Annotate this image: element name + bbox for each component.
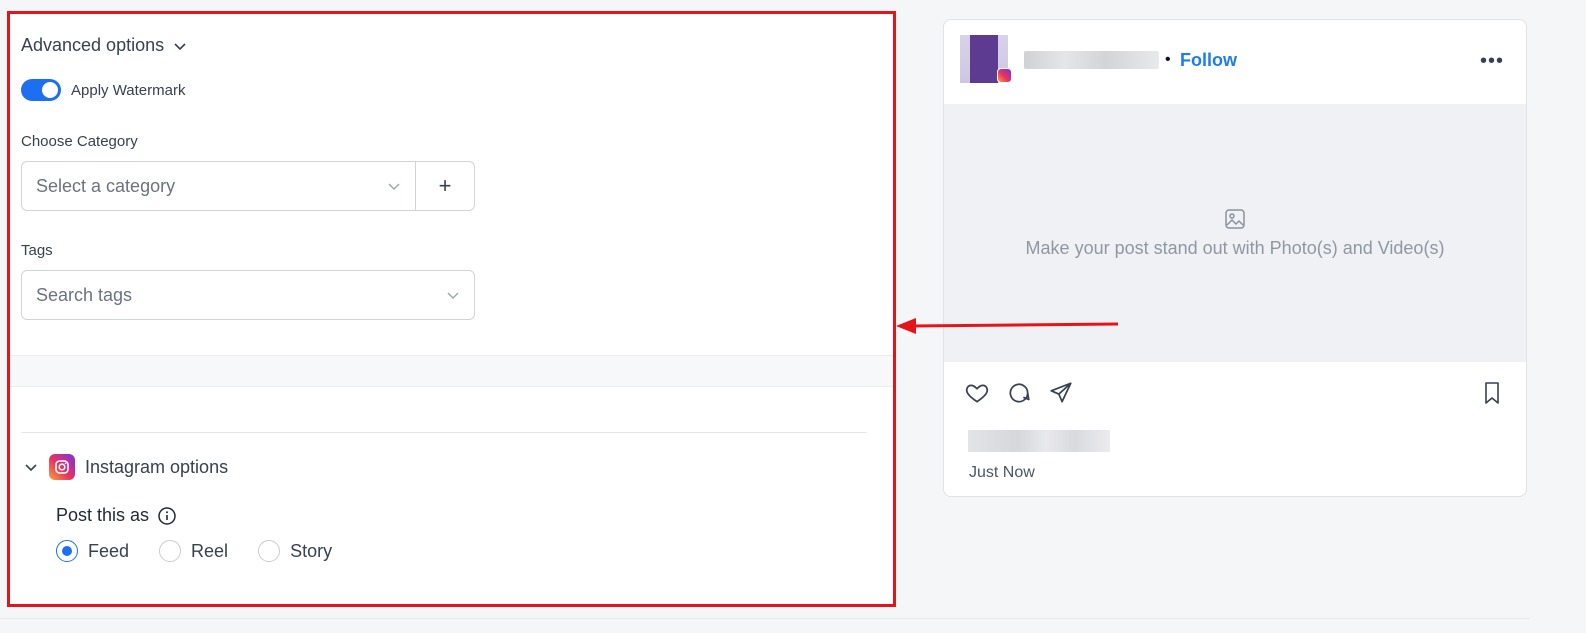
more-options-icon[interactable]: ••• <box>1480 50 1504 73</box>
watermark-toggle[interactable] <box>21 79 61 101</box>
category-select[interactable]: Select a category <box>22 162 416 210</box>
radio-feed[interactable]: Feed <box>56 540 129 562</box>
instagram-icon <box>49 454 75 480</box>
instagram-options-toggle[interactable]: Instagram options <box>23 454 228 480</box>
radio-reel-label: Reel <box>191 540 229 561</box>
post-timestamp: Just Now <box>969 464 1035 481</box>
radio-feed-label: Feed <box>88 540 130 561</box>
divider <box>21 432 867 433</box>
section-separator <box>9 355 893 387</box>
annotation-arrow-icon <box>896 318 1119 334</box>
instagram-options-title: Instagram options <box>85 456 229 477</box>
tags-label: Tags <box>21 242 53 259</box>
instagram-badge-icon <box>997 68 1012 83</box>
media-placeholder-text: Make your post stand out with Photo(s) a… <box>1025 237 1445 258</box>
advanced-options-panel: Advanced options Apply Watermark Choose … <box>9 13 893 605</box>
radio-story[interactable]: Story <box>258 540 332 562</box>
instagram-post-preview: • Follow ••• Make your post stand out wi… <box>943 19 1527 497</box>
post-as-row: Post this as <box>56 505 177 526</box>
radio-story-circle[interactable] <box>258 540 281 562</box>
comment-icon[interactable] <box>1006 380 1032 406</box>
radio-reel-circle[interactable] <box>159 540 182 562</box>
watermark-row: Apply Watermark <box>21 79 185 101</box>
post-actions <box>964 380 1074 406</box>
share-icon[interactable] <box>1048 380 1074 406</box>
image-icon <box>1225 208 1245 229</box>
info-icon[interactable] <box>157 506 177 526</box>
chevron-down-icon <box>25 464 37 472</box>
post-type-radio-group: Feed Reel Story <box>56 540 332 562</box>
category-placeholder: Select a category <box>36 175 176 196</box>
category-select-group: Select a category + <box>21 161 475 211</box>
advanced-options-title: Advanced options <box>21 35 165 55</box>
advanced-options-toggle[interactable]: Advanced options <box>21 35 188 56</box>
radio-reel[interactable]: Reel <box>159 540 228 562</box>
heart-icon[interactable] <box>964 380 990 406</box>
likes-blurred <box>968 430 1110 452</box>
chevron-down-icon <box>447 292 459 299</box>
tags-select[interactable]: Search tags <box>21 270 475 320</box>
category-label: Choose Category <box>21 133 138 150</box>
watermark-label: Apply Watermark <box>71 81 186 99</box>
chevron-down-icon <box>174 42 186 50</box>
bottom-divider <box>0 618 1530 619</box>
separator-dot: • <box>1165 51 1171 68</box>
plus-icon: + <box>438 173 452 198</box>
chevron-down-icon <box>388 183 400 190</box>
radio-feed-circle[interactable] <box>56 540 78 562</box>
follow-button[interactable]: Follow <box>1180 50 1237 71</box>
add-category-button[interactable]: + <box>416 162 474 210</box>
radio-story-label: Story <box>290 540 333 561</box>
post-as-label: Post this as <box>56 505 150 525</box>
post-header: • Follow ••• <box>944 20 1526 104</box>
tags-placeholder: Search tags <box>36 284 133 305</box>
bookmark-icon[interactable] <box>1480 380 1504 406</box>
username-blurred <box>1024 51 1159 69</box>
